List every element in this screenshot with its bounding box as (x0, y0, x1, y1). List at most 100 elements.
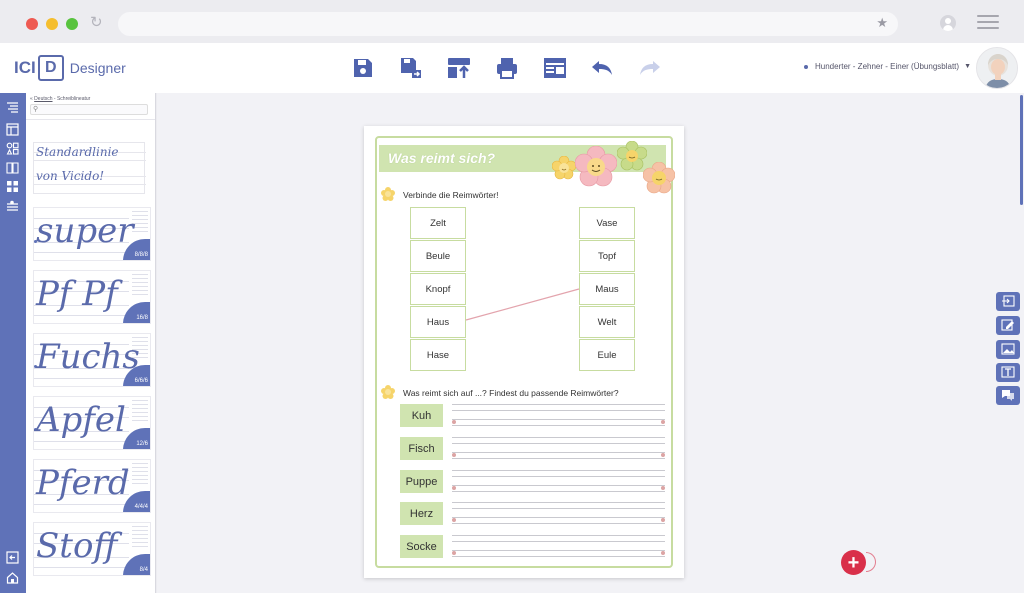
window-maximize-button[interactable] (66, 18, 78, 30)
standard-line-card[interactable]: Standardlinie von Vicido! (33, 142, 146, 194)
menu-lines-icon[interactable] (6, 101, 19, 114)
panel-divider (26, 119, 155, 120)
tile-badge-text: 8/4 (139, 567, 148, 573)
right-word-box[interactable]: Topf (579, 240, 635, 272)
right-word-box[interactable]: Vase (579, 207, 635, 239)
chevron-left-icon[interactable]: « (30, 96, 33, 102)
breadcrumb-root-link[interactable]: Deutsch (34, 96, 52, 102)
redo-icon[interactable] (638, 56, 662, 80)
writing-line[interactable] (452, 535, 665, 557)
logo-designer-text: Designer (69, 60, 126, 76)
flower-small-icon (552, 156, 576, 180)
panel-search-input[interactable]: ⚲ (30, 104, 148, 115)
undo-icon[interactable] (590, 56, 614, 80)
export-icon[interactable] (447, 56, 471, 80)
browser-menu-icon[interactable] (977, 15, 999, 31)
rhyme-word-tag[interactable]: Puppe (400, 470, 443, 493)
flower-peach-icon (643, 162, 675, 194)
left-rail (0, 93, 26, 593)
left-word-box[interactable]: Beule (410, 240, 466, 272)
tile-word: Pferd (36, 463, 130, 503)
book-icon[interactable] (6, 161, 19, 174)
add-button[interactable]: + (841, 550, 866, 575)
task-1-instruction[interactable]: Verbinde die Reimwörter! (403, 190, 498, 200)
text-icon[interactable] (996, 363, 1020, 382)
document-title: Hunderter - Zehner - Einer (Übungsblatt) (815, 62, 960, 71)
rhyme-word-tag[interactable]: Herz (400, 502, 443, 525)
lineature-tile-stoff[interactable]: Stoff 8/4 (33, 522, 151, 576)
tile-word: Pf Pf (36, 274, 118, 314)
logo-d-text: D (44, 59, 57, 76)
image-icon[interactable] (996, 340, 1020, 359)
reload-icon[interactable]: ↻ (90, 14, 103, 32)
lineature-tile-pf[interactable]: Pf Pf 16/8 (33, 270, 151, 324)
grid-icon[interactable] (6, 180, 19, 193)
save-icon[interactable] (351, 56, 375, 80)
print-icon[interactable] (495, 56, 519, 80)
writing-line[interactable] (452, 470, 665, 492)
rhyme-word-tag[interactable]: Fisch (400, 437, 443, 460)
tile-badge-text: 4/4/4 (134, 504, 148, 510)
logout-icon[interactable] (6, 551, 19, 564)
bookmark-star-icon[interactable]: ★ (876, 15, 888, 31)
left-word-box[interactable]: Haus (410, 306, 466, 338)
rhyme-word-tag[interactable]: Socke (400, 535, 443, 558)
worksheet-title[interactable]: Was reimt sich? (388, 150, 495, 166)
layout-icon[interactable] (6, 123, 19, 136)
tile-word: Fuchs (36, 337, 140, 377)
lineature-tile-apfel[interactable]: Apfel 12/6 (33, 396, 151, 450)
writing-line[interactable] (452, 502, 665, 524)
writing-line[interactable] (452, 404, 665, 426)
logo-ici-text: ICI (14, 58, 36, 77)
right-word-box[interactable]: Eule (579, 339, 635, 371)
user-avatar[interactable] (976, 47, 1018, 89)
task-number-1-icon (381, 187, 395, 201)
standard-line-text-1: Standardlinie (36, 145, 119, 159)
edit-icon[interactable] (996, 316, 1020, 335)
comment-icon[interactable] (996, 386, 1020, 405)
browser-chrome: ↻ ★ (0, 0, 1024, 43)
lineature-panel: « Deutsch - Schreiblineatur ⚲ Standardli… (26, 93, 156, 593)
breadcrumb: « Deutsch - Schreiblineatur (30, 96, 90, 102)
document-bullet-icon (804, 64, 808, 69)
right-word-box[interactable]: Welt (579, 306, 635, 338)
save-as-icon[interactable] (399, 56, 423, 80)
left-word-box[interactable]: Zelt (410, 207, 466, 239)
tile-badge-text: 8/8/8 (134, 252, 148, 258)
document-title-dropdown[interactable]: Hunderter - Zehner - Einer (Übungsblatt)… (804, 62, 971, 71)
template-icon[interactable] (543, 56, 567, 80)
chevron-down-icon: ▼ (964, 63, 971, 70)
breadcrumb-current: Schreiblineatur (56, 96, 91, 102)
app-header: ICI D Designer Hunderter - Zehner - Eine… (0, 43, 1024, 93)
insert-icon[interactable] (996, 292, 1020, 311)
tile-badge-text: 12/6 (136, 441, 148, 447)
home-icon[interactable] (6, 571, 19, 584)
tile-word: Stoff (36, 526, 118, 566)
writing-line[interactable] (452, 437, 665, 459)
browser-profile-icon[interactable] (940, 15, 956, 31)
search-icon: ⚲ (33, 106, 39, 113)
tile-badge-text: 16/8 (136, 315, 148, 321)
flower-pink-icon (575, 146, 617, 188)
lineature-tile-fuchs[interactable]: Fuchs 6/6/6 (33, 333, 151, 387)
left-word-box[interactable]: Hase (410, 339, 466, 371)
canvas-scroll-thumb[interactable] (1020, 95, 1023, 205)
tile-word: Apfel (36, 400, 126, 440)
shapes-icon[interactable] (6, 142, 19, 155)
tile-badge-text: 6/6/6 (134, 378, 148, 384)
lineature-tile-super[interactable]: super 8/8/8 (33, 207, 151, 261)
task-2-instruction[interactable]: Was reimt sich auf ...? Findest du passe… (403, 388, 619, 398)
window-minimize-button[interactable] (46, 18, 58, 30)
logo-d-box: D (37, 55, 64, 81)
address-bar[interactable]: ★ (118, 12, 898, 36)
app-logo: ICI D Designer (14, 55, 126, 81)
standard-line-text-2: von Vicido! (36, 169, 105, 183)
window-close-button[interactable] (26, 18, 38, 30)
right-word-box[interactable]: Maus (579, 273, 635, 305)
left-word-box[interactable]: Knopf (410, 273, 466, 305)
lineature-tile-pferd[interactable]: Pferd 4/4/4 (33, 459, 151, 513)
task-number-2-icon (381, 385, 395, 399)
tile-word: super (36, 211, 134, 251)
lineature-icon[interactable] (6, 200, 19, 213)
rhyme-word-tag[interactable]: Kuh (400, 404, 443, 427)
